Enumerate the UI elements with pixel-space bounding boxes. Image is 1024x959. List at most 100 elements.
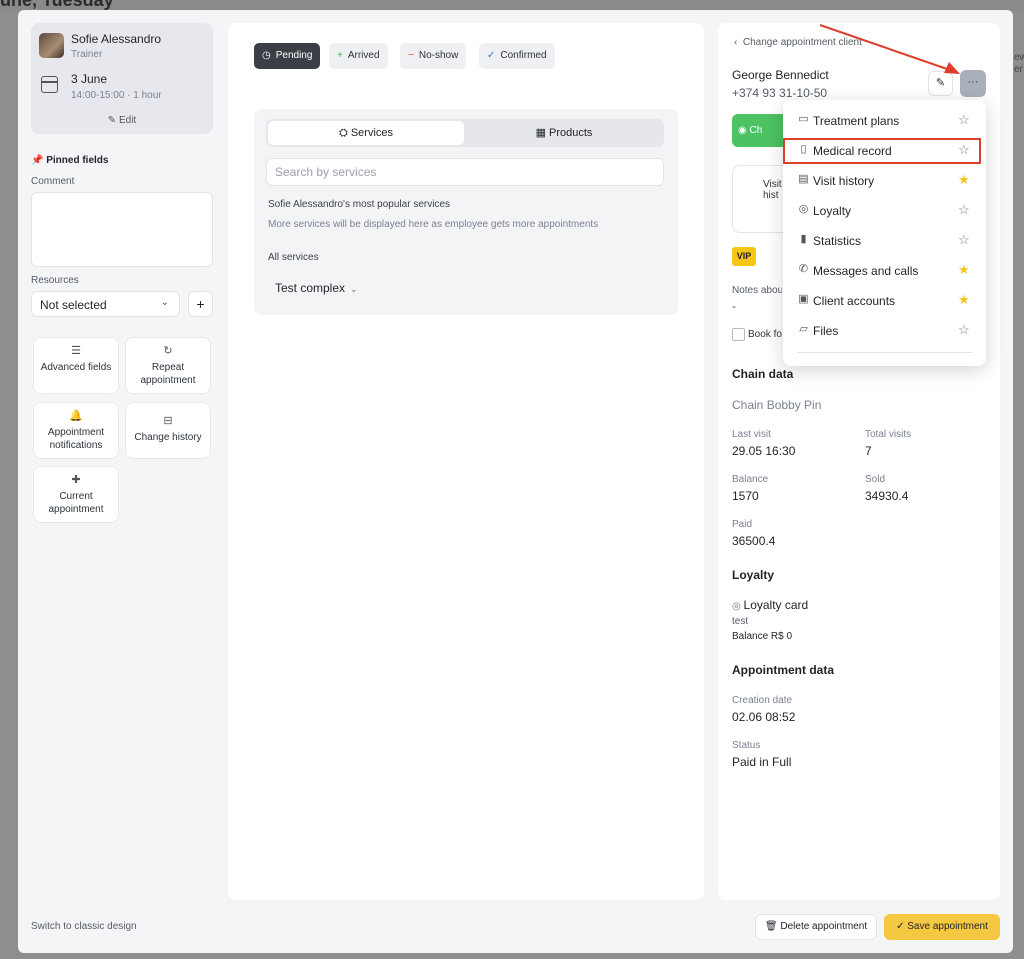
tab-services[interactable]: ⛭ Services [268,121,464,145]
edit-client-button[interactable]: ✎ [928,71,953,96]
last-visit-value: 29.05 16:30 [732,444,796,458]
pinned-fields-label: 📌 Pinned fields [31,155,109,166]
star-icon[interactable]: ☆ [958,322,970,338]
menu-divider [797,352,972,353]
advanced-fields-button[interactable]: ☰ Advanced fields [33,337,119,394]
save-appointment-button[interactable]: ✓ Save appointment [884,914,1000,940]
total-visits-label: Total visits [865,429,912,440]
menu-item-treatment-plans[interactable]: ▭ Treatment plans ☆ [783,107,986,135]
chart-icon: ▮ [800,233,807,245]
client-phone: +374 93 31-10-50 [732,86,828,100]
calendar-icon [41,76,58,93]
check-icon: ✓ [487,50,496,61]
total-visits-value: 7 [865,444,872,458]
history-icon: ⊟ [163,415,173,427]
status-no-show[interactable]: − No-show [400,43,467,69]
star-icon[interactable]: ☆ [958,112,970,128]
menu-item-visit-history[interactable]: ▤ Visit history ★ [783,167,986,195]
resources-label: Resources [31,275,79,286]
appointment-date: 3 June [71,72,108,86]
star-filled-icon[interactable]: ★ [958,292,970,308]
last-visit-label: Last visit [732,429,771,440]
sold-value: 34930.4 [865,489,909,503]
creation-date-label: Creation date [732,695,793,706]
folder-icon: ▭ [798,113,809,125]
employee-card[interactable]: Sofie Alessandro Trainer 3 June 14:00-15… [31,23,213,134]
change-history-button[interactable]: ⊟ Change history [125,402,211,459]
phone-icon: ✆ [798,263,809,275]
paid-label: Paid [732,519,753,530]
status-pending[interactable]: ◷ Pending [254,43,321,69]
client-name[interactable]: George Bennedict [732,68,829,82]
balance-value: 1570 [732,489,759,503]
clock-icon: ◷ [262,50,271,61]
menu-item-files[interactable]: ▱ Files ☆ [783,317,986,345]
search-services-input[interactable]: Search by services [266,158,664,186]
services-box: ⛭ Services ▦ Products Search by services… [254,109,678,315]
star-filled-icon[interactable]: ★ [958,262,970,278]
plus-icon: + [337,50,343,61]
list-icon: ▤ [798,173,809,185]
popular-services-subtitle: More services will be displayed here as … [268,219,599,230]
loyalty-icon: ◎ [732,601,744,612]
bell-icon: 🔔 [69,410,83,422]
chain-value: Chain Bobby Pin [732,398,822,412]
notes-value: - [732,299,736,313]
current-appointment-button[interactable]: ✚ Current appointment [33,466,119,523]
pencil-icon: ✎ [935,77,946,89]
status-arrived[interactable]: + Arrived [329,43,388,69]
loyalty-card-name: test [732,616,749,627]
chevron-down-icon: ⌄ [350,284,358,294]
services-tabs: ⛭ Services ▦ Products [266,119,664,147]
menu-item-statistics[interactable]: ▮ Statistics ☆ [783,227,986,255]
switch-classic-design-link[interactable]: Switch to classic design [31,921,137,932]
delete-appointment-button[interactable]: 🗑 Delete appointment [755,914,877,940]
appointment-notifications-button[interactable]: 🔔 Appointment notifications [33,402,119,459]
pencil-icon: ✎ [107,115,119,126]
menu-item-messages-and-calls[interactable]: ✆ Messages and calls ★ [783,257,986,285]
sold-label: Sold [865,474,886,485]
background-right-text: ew er [1014,52,1024,75]
folder-open-icon: ▱ [799,323,808,335]
menu-item-loyalty[interactable]: ◎ Loyalty ☆ [783,197,986,225]
status-label: Status [732,740,761,751]
all-services-label: All services [268,252,319,263]
medical-record-highlight [783,138,981,164]
services-icon: ⛭ [338,127,351,139]
popular-services-title: Sofie Alessandro's most popular services [268,199,450,210]
resources-select[interactable]: Not selected ⌄ [31,291,180,317]
paid-value: 36500.4 [732,534,776,548]
status-value: Paid in Full [732,755,792,769]
avatar [39,33,64,58]
whatsapp-icon: ◉ [738,125,750,136]
star-filled-icon[interactable]: ★ [958,172,970,188]
star-icon[interactable]: ☆ [958,202,970,218]
repeat-appointment-button[interactable]: ↻ Repeat appointment [125,337,211,394]
repeat-icon: ↻ [163,345,173,357]
pin-icon: 📌 [31,155,47,166]
background-app [0,0,1024,10]
minus-icon: − [408,50,414,61]
add-resource-button[interactable]: + [188,291,213,317]
loyalty-title: Loyalty [732,568,775,582]
appointment-time: 14:00-15:00 · 1 hour [71,90,162,101]
status-confirmed[interactable]: ✓ Confirmed [479,43,555,69]
star-icon[interactable]: ☆ [958,232,970,248]
chevron-left-icon: ‹ [734,37,743,48]
comment-field[interactable] [31,192,213,267]
book-for-checkbox[interactable] [732,328,745,341]
trash-icon: 🗑 [764,921,781,932]
chain-data-title: Chain data [732,367,794,381]
service-category-test-complex[interactable]: Test complex ⌄ [275,281,358,295]
tab-products[interactable]: ▦ Products [466,121,662,145]
comment-label: Comment [31,176,75,187]
wallet-icon: ▣ [798,293,809,305]
list-icon: ☰ [71,345,81,357]
plus-icon: ✚ [71,474,81,486]
change-client-link[interactable]: ‹ Change appointment client [734,37,862,48]
appointment-data-title: Appointment data [732,663,834,677]
more-options-button[interactable]: ··· [960,70,986,97]
menu-item-client-accounts[interactable]: ▣ Client accounts ★ [783,287,986,315]
creation-date-value: 02.06 08:52 [732,710,796,724]
edit-button[interactable]: ✎ Edit [31,115,213,126]
